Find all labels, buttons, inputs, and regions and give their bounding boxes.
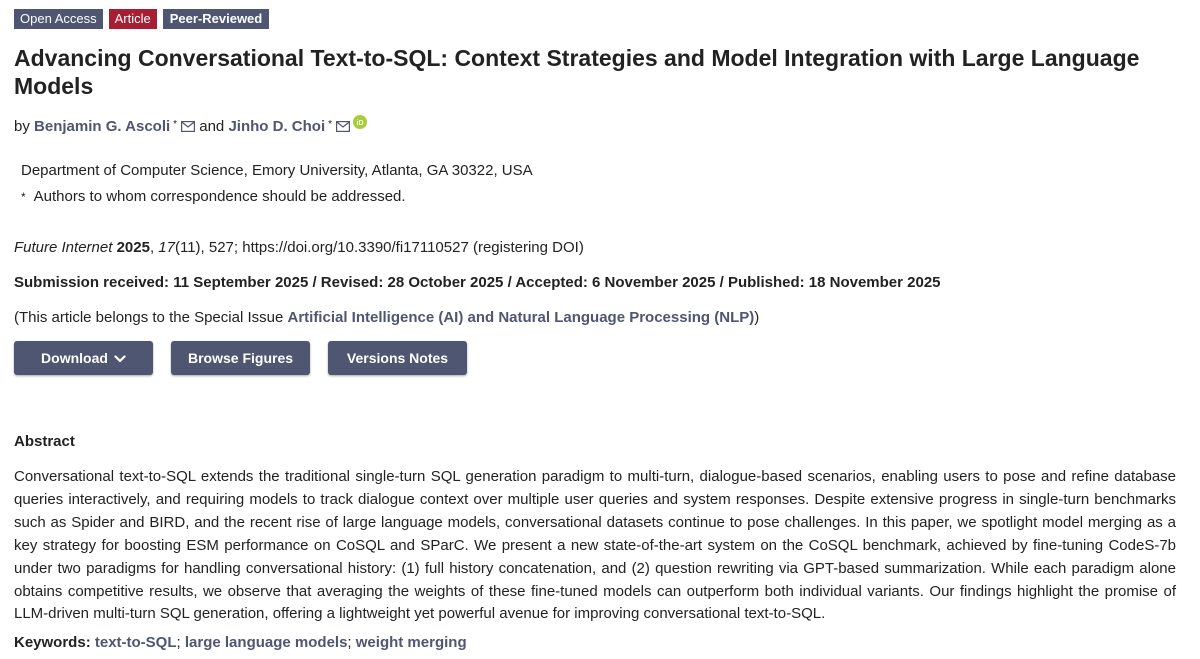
keyword-separator: ; (347, 634, 352, 651)
keyword-link[interactable]: text-to-SQL (95, 634, 177, 651)
envelope-icon[interactable] (336, 118, 351, 138)
special-issue-prefix: (This article belongs to the Special Iss… (14, 309, 288, 326)
abstract-text: Conversational text-to-SQL extends the t… (14, 468, 1176, 623)
author-link-ascoli[interactable]: Benjamin G. Ascoli (34, 118, 170, 135)
citation-doi: , 527; https://doi.org/10.3390/fi1711052… (200, 239, 584, 256)
and-label: and (199, 118, 225, 135)
citation-issue: (11) (174, 239, 201, 256)
article-title: Advancing Conversational Text-to-SQL: Co… (14, 45, 1140, 99)
correspondence-note: * Authors to whom correspondence should b… (21, 187, 406, 207)
peer-reviewed-badge[interactable]: Peer-Reviewed (162, 9, 270, 29)
author-link-choi[interactable]: Jinho D. Choi (228, 118, 325, 135)
keyword-link[interactable]: weight merging (356, 634, 467, 651)
journal-name: Future Internet (14, 239, 113, 256)
keyword-separator: ; (176, 634, 181, 651)
correspondence-text: Authors to whom correspondence should be… (33, 188, 406, 205)
browse-figures-button[interactable]: Browse Figures (171, 341, 310, 375)
orcid-icon[interactable]: iD (353, 115, 368, 135)
action-buttons: Download Browse Figures Versions Notes (14, 341, 467, 375)
article-page: Open Access Article Peer-Reviewed Advanc… (0, 0, 1200, 659)
special-issue-note: (This article belongs to the Special Iss… (14, 308, 759, 328)
envelope-icon[interactable] (181, 118, 196, 138)
publication-dates: Submission received: 11 September 2025 /… (14, 274, 941, 291)
keywords-line: Keywords: text-to-SQL; large language mo… (14, 633, 467, 653)
keywords-label: Keywords: (14, 634, 91, 651)
badge-row: Open Access Article Peer-Reviewed (14, 9, 270, 29)
author-line: by Benjamin G. Ascoli * and Jinho D. Choi… (14, 115, 368, 138)
abstract-heading: Abstract (14, 433, 75, 450)
article-type-badge: Article (108, 9, 157, 29)
citation-volume: 17 (158, 239, 175, 256)
correspondence-asterisk: * (21, 190, 26, 204)
download-label: Download (41, 350, 108, 366)
download-button[interactable]: Download (14, 341, 153, 375)
citation-year: 2025 (116, 239, 150, 256)
affiliation: Department of Computer Science, Emory Un… (21, 162, 533, 179)
keyword-link[interactable]: large language models (185, 634, 348, 651)
svg-text:iD: iD (357, 120, 364, 127)
special-issue-suffix: ) (754, 309, 760, 326)
citation-line: Future Internet 2025, 17(11), 527; https… (14, 239, 584, 256)
special-issue-link[interactable]: Artificial Intelligence (AI) and Natural… (287, 309, 754, 326)
versions-notes-button[interactable]: Versions Notes (328, 341, 467, 375)
author-asterisk: * (173, 119, 178, 130)
chevron-down-icon (114, 341, 126, 375)
open-access-badge[interactable]: Open Access (14, 9, 103, 29)
by-label: by (14, 118, 30, 135)
author-asterisk: * (328, 119, 333, 130)
